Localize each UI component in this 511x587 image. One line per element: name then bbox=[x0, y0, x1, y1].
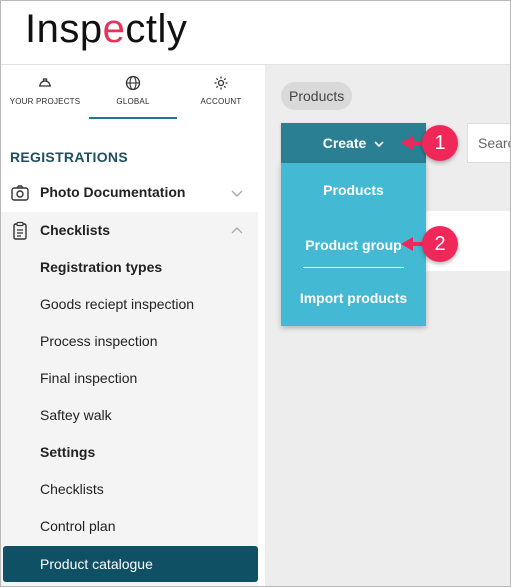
callout-badge-2: 2 bbox=[422, 226, 458, 262]
callout-badge-1: 1 bbox=[422, 125, 458, 161]
helmet-icon bbox=[39, 78, 51, 87]
submenu-label: Checklists bbox=[40, 481, 104, 497]
submenu-process-inspection[interactable]: Process inspection bbox=[1, 323, 258, 360]
app-window: Inspectly YOUR PROJECTS GLOBAL ACCOUNT R… bbox=[0, 0, 511, 587]
submenu-settings: Settings bbox=[1, 434, 258, 471]
app-logo: Inspectly bbox=[25, 7, 188, 51]
dropdown-item-import-products[interactable]: Import products bbox=[281, 290, 426, 306]
submenu-registration-types: Registration types bbox=[1, 249, 258, 286]
submenu-label: Settings bbox=[40, 444, 96, 460]
nav-tabs: YOUR PROJECTS GLOBAL ACCOUNT bbox=[1, 65, 265, 119]
tab-label: GLOBAL bbox=[116, 97, 150, 106]
submenu-label: Saftey walk bbox=[40, 407, 112, 423]
submenu-control-plan[interactable]: Control plan bbox=[1, 508, 258, 545]
submenu-label: Final inspection bbox=[40, 370, 138, 386]
menu-label: Checklists bbox=[40, 222, 111, 238]
submenu-label: Goods reciept inspection bbox=[40, 296, 195, 312]
chevron-down-icon bbox=[374, 141, 384, 148]
submenu-label: Process inspection bbox=[40, 333, 158, 349]
menu-photo-documentation[interactable]: Photo Documentation bbox=[1, 174, 258, 211]
chevron-down-icon bbox=[231, 190, 243, 197]
submenu-label: Control plan bbox=[40, 518, 116, 534]
tab-label: YOUR PROJECTS bbox=[9, 97, 81, 106]
tab-your-projects[interactable]: YOUR PROJECTS bbox=[1, 65, 89, 119]
menu-checklists[interactable]: Checklists bbox=[1, 212, 258, 249]
tab-label: ACCOUNT bbox=[200, 97, 242, 106]
submenu-goods-receipt-inspection[interactable]: Goods reciept inspection bbox=[1, 286, 258, 323]
submenu-label: Product catalogue bbox=[40, 556, 153, 572]
menu-label: Photo Documentation bbox=[40, 184, 186, 200]
clipboard-icon bbox=[13, 221, 27, 240]
create-button[interactable]: Create bbox=[281, 123, 426, 163]
dropdown-item-products[interactable]: Products bbox=[281, 182, 426, 198]
tab-account[interactable]: ACCOUNT bbox=[177, 65, 265, 119]
chevron-up-icon bbox=[231, 227, 243, 234]
globe-icon bbox=[125, 75, 141, 91]
breadcrumb[interactable]: Products bbox=[281, 82, 353, 110]
top-bar: Inspectly bbox=[1, 1, 510, 65]
submenu-label: Registration types bbox=[40, 259, 163, 275]
sidebar: YOUR PROJECTS GLOBAL ACCOUNT REGISTRATIO… bbox=[1, 65, 265, 586]
submenu-product-catalogue[interactable]: Product catalogue bbox=[3, 546, 258, 582]
submenu-safety-walk[interactable]: Saftey walk bbox=[1, 397, 258, 434]
camera-icon bbox=[11, 185, 29, 201]
gear-icon bbox=[214, 76, 228, 90]
section-title: REGISTRATIONS bbox=[10, 149, 128, 165]
main-content: Products Create Search Products Product … bbox=[265, 65, 510, 586]
create-button-label: Create bbox=[322, 135, 367, 151]
search-input[interactable]: Search bbox=[467, 123, 510, 163]
dropdown-item-product-group[interactable]: Product group bbox=[281, 237, 426, 253]
create-dropdown-menu: Products Product group Import products bbox=[281, 163, 426, 326]
submenu-checklists[interactable]: Checklists bbox=[1, 471, 258, 508]
submenu-final-inspection[interactable]: Final inspection bbox=[1, 360, 258, 397]
dropdown-divider bbox=[303, 267, 404, 268]
checklists-submenu: Checklists Registration types Goods reci… bbox=[1, 212, 258, 586]
tab-global[interactable]: GLOBAL bbox=[89, 65, 177, 119]
